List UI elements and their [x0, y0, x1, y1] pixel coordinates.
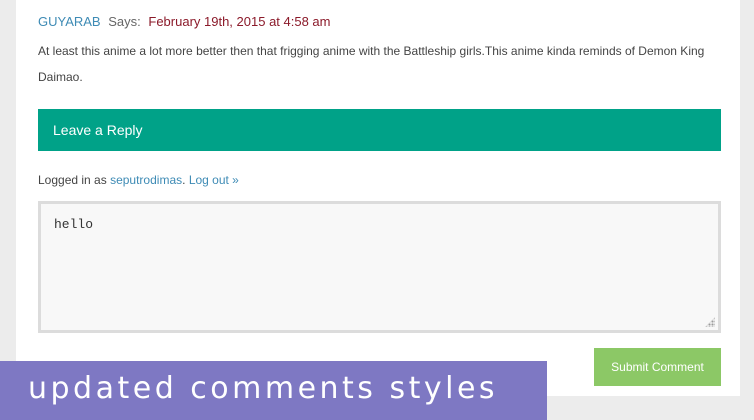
logged-in-line: Logged in as seputrodimas. Log out » [38, 171, 239, 189]
comment-textarea[interactable]: hello [38, 201, 721, 333]
comment-meta: GUYARAB Says: February 19th, 2015 at 4:5… [38, 13, 331, 31]
reply-title: Leave a Reply [53, 122, 143, 138]
comment-says-label: Says: [108, 14, 141, 29]
comment-date: February 19th, 2015 at 4:58 am [148, 14, 331, 29]
username-link[interactable]: seputrodimas [110, 173, 182, 187]
logout-link[interactable]: Log out » [189, 173, 239, 187]
comment-textarea-wrap: hello [38, 201, 721, 333]
caption-banner-text: updated comments styles [28, 371, 499, 406]
logged-in-prefix: Logged in as [38, 173, 107, 187]
logged-in-period: . [182, 173, 186, 187]
caption-banner: updated comments styles [0, 361, 547, 420]
reply-header: Leave a Reply [38, 109, 721, 151]
comment-text: At least this anime a lot more better th… [38, 44, 705, 84]
comment-author-link[interactable]: GUYARAB [38, 14, 101, 29]
submit-comment-button[interactable]: Submit Comment [594, 348, 721, 386]
